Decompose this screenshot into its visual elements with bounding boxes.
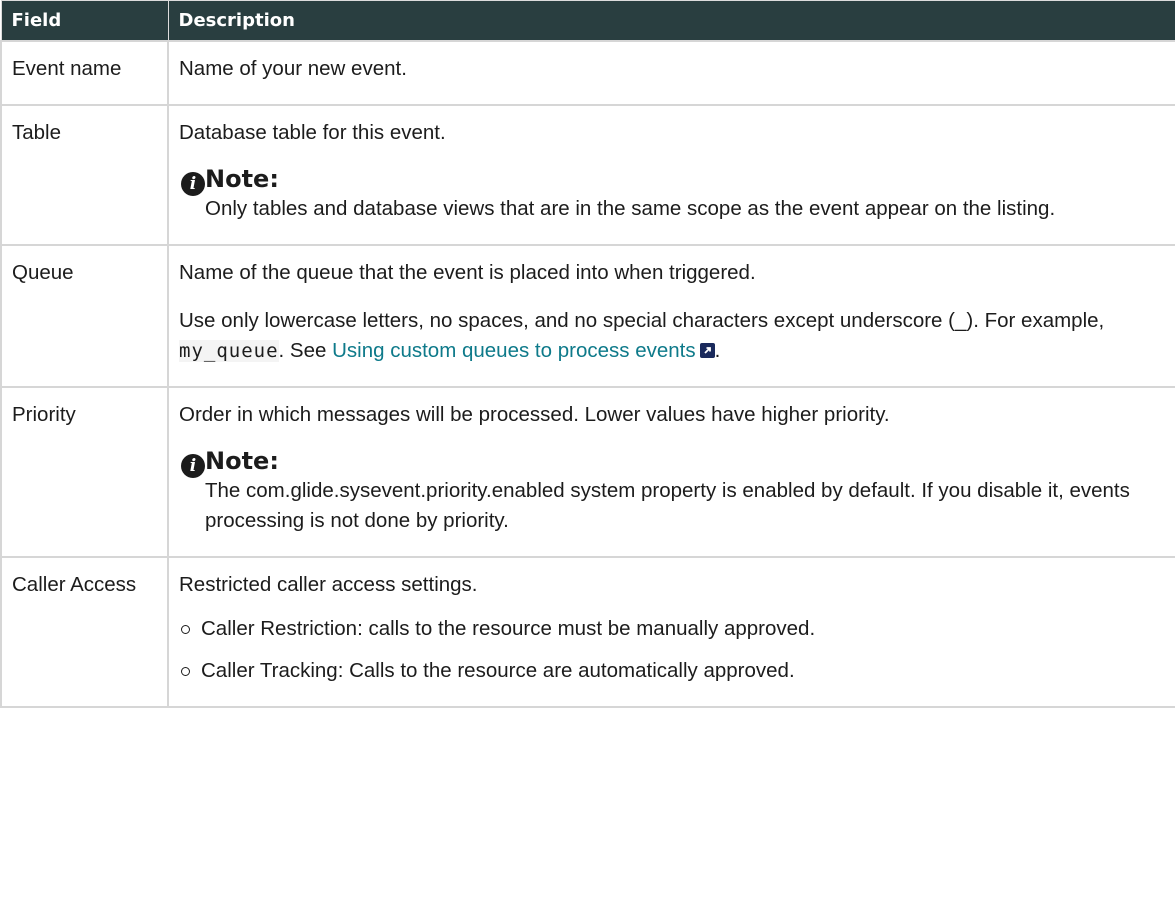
field-name-priority: Priority xyxy=(0,386,169,558)
field-name-event-name: Event name xyxy=(0,40,169,106)
description-text: Order in which messages will be processe… xyxy=(179,403,890,426)
note-text: Only tables and database views that are … xyxy=(205,197,1056,220)
list-item-text: Caller Tracking: Calls to the resource a… xyxy=(201,659,795,682)
description-text: Name of your new event. xyxy=(179,57,407,80)
description-text: Name of the queue that the event is plac… xyxy=(179,261,756,284)
circle-bullet-icon xyxy=(181,667,190,676)
field-column-header: Field xyxy=(0,0,169,42)
note-title: Note: xyxy=(205,447,279,475)
description-cell: Restricted caller access settings. Calle… xyxy=(167,556,1175,708)
list-item: Caller Restriction: calls to the resourc… xyxy=(179,614,1165,644)
info-icon: i xyxy=(181,454,205,478)
description-cell: Name of the queue that the event is plac… xyxy=(167,244,1175,388)
description-text: Restricted caller access settings. xyxy=(179,573,478,596)
note-title: Note: xyxy=(205,165,279,193)
table-row: Priority Order in which messages will be… xyxy=(0,386,1175,558)
caller-access-list: Caller Restriction: calls to the resourc… xyxy=(179,614,1165,686)
table-row: Queue Name of the queue that the event i… xyxy=(0,244,1175,388)
inline-code: my_queue xyxy=(179,340,279,362)
description-cell: Name of your new event. xyxy=(167,40,1175,106)
list-item: Caller Tracking: Calls to the resource a… xyxy=(179,656,1165,686)
description-cell: Order in which messages will be processe… xyxy=(167,386,1175,558)
note-block: i Note: Only tables and database views t… xyxy=(179,164,1165,224)
description-text-2: Use only lowercase letters, no spaces, a… xyxy=(179,306,1165,366)
field-name-caller-access: Caller Access xyxy=(0,556,169,708)
external-link-icon xyxy=(699,343,715,358)
note-block: i Note: The com.glide.sysevent.priority.… xyxy=(179,446,1165,536)
description-suffix: . xyxy=(714,339,721,362)
table-row: Table Database table for this event. i N… xyxy=(0,104,1175,246)
header-row: Field Description xyxy=(0,0,1175,42)
table-row: Event name Name of your new event. xyxy=(0,40,1175,106)
description-prefix: Use only lowercase letters, no spaces, a… xyxy=(179,309,1105,332)
circle-bullet-icon xyxy=(181,625,190,634)
list-item-text: Caller Restriction: calls to the resourc… xyxy=(201,617,816,640)
info-icon: i xyxy=(181,172,205,196)
table-row: Caller Access Restricted caller access s… xyxy=(0,556,1175,708)
description-column-header: Description xyxy=(167,0,1175,42)
description-mid: . See xyxy=(278,339,327,362)
description-text: Database table for this event. xyxy=(179,121,446,144)
custom-queues-link-text: Using custom queues to process events xyxy=(332,339,696,362)
field-name-table: Table xyxy=(0,104,169,246)
field-name-queue: Queue xyxy=(0,244,169,388)
description-cell: Database table for this event. i Note: O… xyxy=(167,104,1175,246)
custom-queues-link[interactable]: Using custom queues to process events xyxy=(332,339,715,362)
note-text: The com.glide.sysevent.priority.enabled … xyxy=(205,479,1130,532)
fields-table: Field Description Event name Name of you… xyxy=(0,0,1175,708)
